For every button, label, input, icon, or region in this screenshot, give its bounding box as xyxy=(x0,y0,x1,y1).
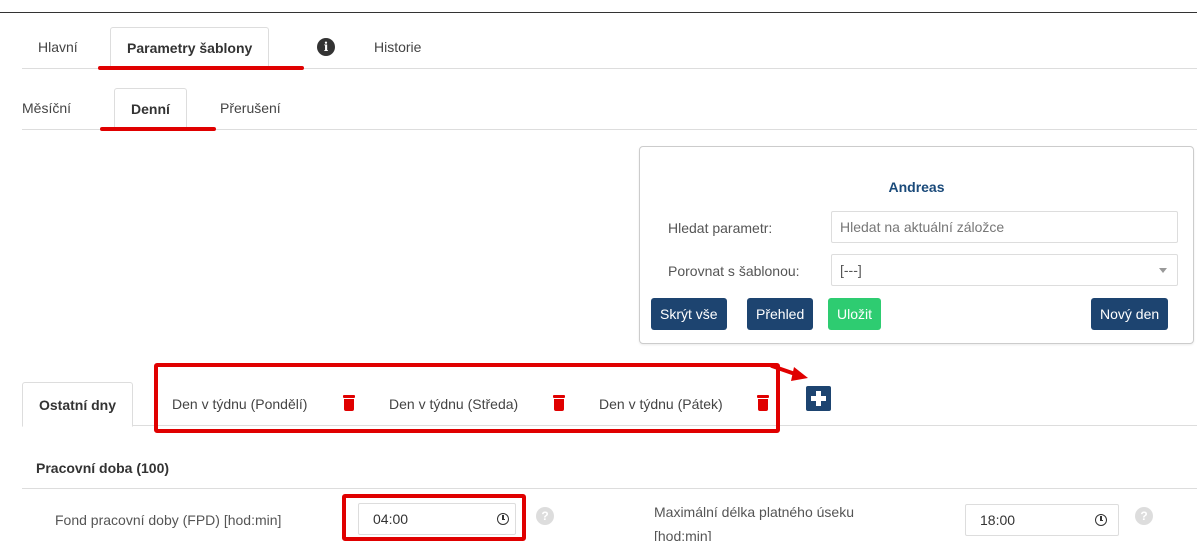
max-segment-label: Maximální délka platného úseku xyxy=(654,504,855,520)
section-title: Pracovní doba (100) xyxy=(36,460,170,476)
highlight-underline-denni xyxy=(100,127,216,131)
tab-preruseni[interactable]: Přerušení xyxy=(204,88,297,130)
section-divider xyxy=(22,488,1197,489)
max-segment-value: 18:00 xyxy=(980,512,1016,528)
main-tabs: Hlavní Parametry šablony i Historie xyxy=(22,27,1197,70)
fpd-label: Fond pracovní doby (FPD) [hod:min] xyxy=(55,512,282,528)
tab-hlavni[interactable]: Hlavní xyxy=(22,27,94,69)
panel-title: Andreas xyxy=(888,179,945,195)
help-icon[interactable]: ? xyxy=(1135,507,1153,525)
max-segment-label-unit: [hod:min] xyxy=(654,528,712,541)
highlight-box-day-tabs xyxy=(154,363,780,433)
compare-label: Porovnat s šablonou: xyxy=(668,263,800,279)
compare-select-value: [---] xyxy=(840,262,862,278)
search-label: Hledat parametr: xyxy=(668,220,773,236)
compare-template-select[interactable]: [---] xyxy=(831,254,1178,286)
max-segment-time-input[interactable]: 18:00 xyxy=(965,504,1119,536)
help-icon[interactable]: ? xyxy=(536,507,554,525)
save-button[interactable]: Uložit xyxy=(828,298,882,330)
tab-denni[interactable]: Denní xyxy=(114,88,187,131)
sub-tabs: Měsíční Denní Přerušení xyxy=(22,88,1197,131)
highlight-box-fpd xyxy=(342,494,526,541)
chevron-down-icon xyxy=(1159,268,1167,273)
hide-all-button[interactable]: Skrýt vše xyxy=(651,298,727,330)
highlight-underline-parametry xyxy=(98,66,304,70)
clock-icon xyxy=(1095,514,1107,526)
tab-parametry-sablony[interactable]: Parametry šablony xyxy=(110,27,270,70)
top-border xyxy=(0,12,1197,13)
tab-historie[interactable]: Historie xyxy=(358,27,437,69)
highlight-arrow-icon xyxy=(770,364,808,381)
search-input[interactable] xyxy=(831,211,1178,243)
add-day-button[interactable] xyxy=(806,386,831,411)
new-day-button[interactable]: Nový den xyxy=(1091,298,1169,330)
info-icon[interactable]: i xyxy=(317,38,335,56)
tab-mesicni[interactable]: Měsíční xyxy=(22,88,71,130)
template-panel: Andreas Hledat parametr: Porovnat s šabl… xyxy=(639,146,1194,344)
overview-button[interactable]: Přehled xyxy=(747,298,814,330)
tab-ostatni-dny[interactable]: Ostatní dny xyxy=(22,382,134,427)
